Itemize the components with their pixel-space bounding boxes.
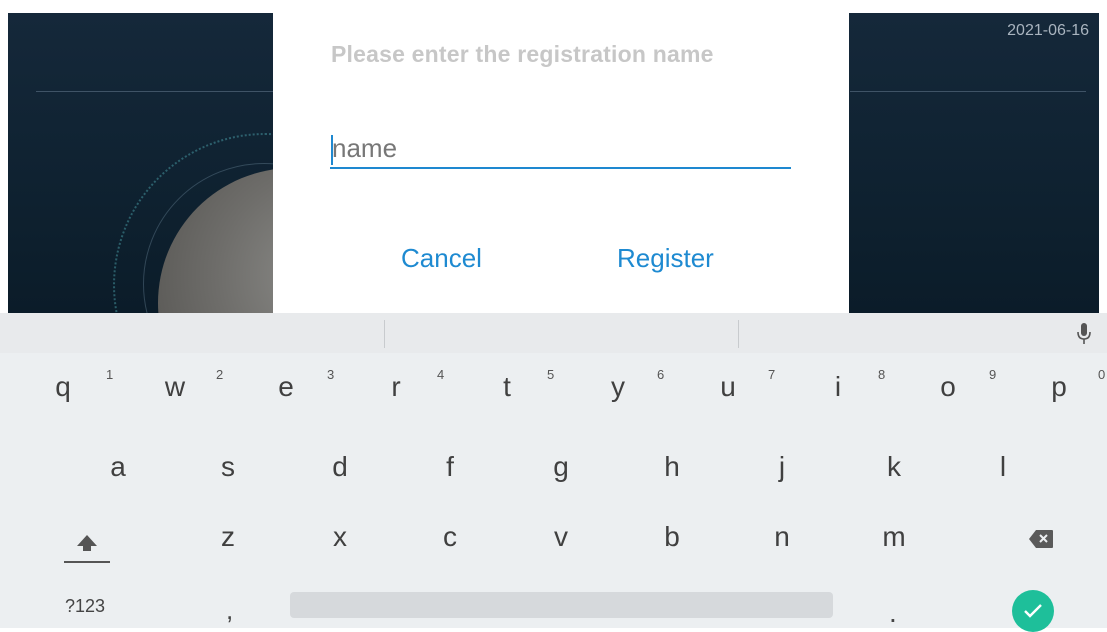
key-u[interactable]: u bbox=[698, 371, 758, 403]
comma-key[interactable]: , bbox=[226, 595, 233, 626]
suggestion-divider bbox=[738, 320, 739, 348]
key-hint: 2 bbox=[216, 367, 224, 382]
key-b[interactable]: b bbox=[642, 521, 702, 553]
key-z[interactable]: z bbox=[198, 521, 258, 553]
key-r[interactable]: r bbox=[366, 371, 426, 403]
enter-key[interactable] bbox=[1012, 590, 1054, 632]
key-a[interactable]: a bbox=[88, 451, 148, 483]
key-h[interactable]: h bbox=[642, 451, 702, 483]
key-hint: 8 bbox=[878, 367, 886, 382]
text-caret bbox=[331, 135, 333, 165]
shift-arrow-icon bbox=[64, 535, 110, 563]
date-label: 2021-06-16 bbox=[1007, 22, 1089, 39]
suggestion-divider bbox=[384, 320, 385, 348]
key-v[interactable]: v bbox=[531, 521, 591, 553]
key-m[interactable]: m bbox=[864, 521, 924, 553]
key-j[interactable]: j bbox=[752, 451, 812, 483]
suggestion-bar bbox=[0, 313, 1107, 353]
key-s[interactable]: s bbox=[198, 451, 258, 483]
key-hint: 0 bbox=[1098, 367, 1106, 382]
period-key[interactable]: . bbox=[889, 597, 897, 629]
key-w[interactable]: w bbox=[145, 371, 205, 403]
key-x[interactable]: x bbox=[310, 521, 370, 553]
shift-key[interactable] bbox=[62, 525, 112, 565]
key-hint: 1 bbox=[106, 367, 114, 382]
space-bar[interactable] bbox=[290, 592, 833, 618]
key-hint: 5 bbox=[547, 367, 555, 382]
symbols-key[interactable]: ?123 bbox=[65, 596, 105, 617]
key-g[interactable]: g bbox=[531, 451, 591, 483]
register-button[interactable]: Register bbox=[617, 243, 714, 274]
backspace-icon bbox=[1029, 530, 1053, 548]
key-n[interactable]: n bbox=[752, 521, 812, 553]
backspace-key[interactable] bbox=[1028, 529, 1054, 549]
name-input[interactable] bbox=[330, 131, 791, 169]
key-hint: 4 bbox=[437, 367, 445, 382]
key-e[interactable]: e bbox=[256, 371, 316, 403]
key-hint: 6 bbox=[657, 367, 665, 382]
key-hint: 7 bbox=[768, 367, 776, 382]
key-p[interactable]: p bbox=[1029, 371, 1089, 403]
divider-line bbox=[850, 91, 1086, 92]
key-k[interactable]: k bbox=[864, 451, 924, 483]
key-y[interactable]: y bbox=[588, 371, 648, 403]
soft-keyboard: q 1 w 2 e 3 r 4 t 5 y 6 u 7 i 8 o 9 p 0 … bbox=[0, 313, 1107, 632]
key-hint: 9 bbox=[989, 367, 997, 382]
dialog-title: Please enter the registration name bbox=[331, 41, 714, 67]
cancel-button[interactable]: Cancel bbox=[401, 243, 482, 274]
key-q[interactable]: q bbox=[33, 371, 93, 403]
registration-dialog: Please enter the registration name Cance… bbox=[273, 13, 849, 313]
key-f[interactable]: f bbox=[420, 451, 480, 483]
key-l[interactable]: l bbox=[973, 451, 1033, 483]
key-t[interactable]: t bbox=[477, 371, 537, 403]
divider-line bbox=[36, 91, 276, 92]
key-d[interactable]: d bbox=[310, 451, 370, 483]
check-icon bbox=[1024, 604, 1042, 618]
key-i[interactable]: i bbox=[808, 371, 868, 403]
key-o[interactable]: o bbox=[918, 371, 978, 403]
key-hint: 3 bbox=[327, 367, 335, 382]
microphone-icon[interactable] bbox=[1077, 322, 1091, 346]
key-c[interactable]: c bbox=[420, 521, 480, 553]
